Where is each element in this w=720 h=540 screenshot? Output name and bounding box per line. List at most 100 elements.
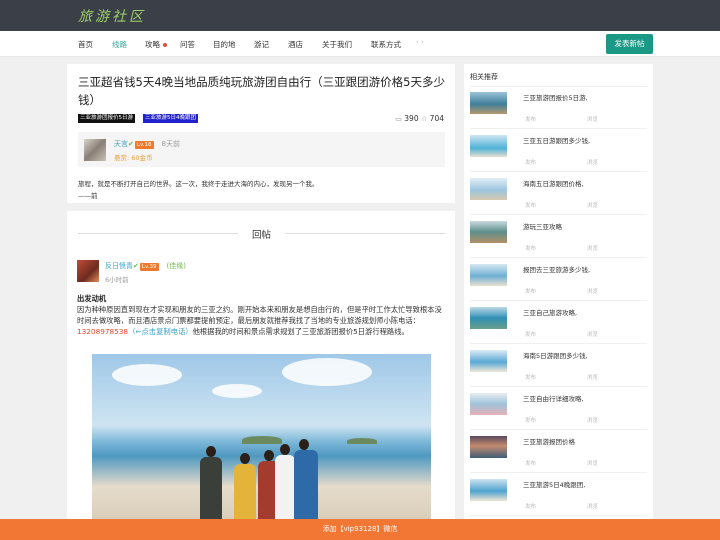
photo-person-head [280,444,290,455]
recommend-item[interactable]: 三亚旅游报团价格 发布 浏览 [470,431,647,473]
recommend-meta-views: 浏览 [587,375,599,381]
nav-item-hotels[interactable]: 酒店 [288,39,303,50]
recommend-meta-views: 浏览 [587,418,599,424]
article-stats: ▭ 390 ☆ 704 [395,114,444,123]
author-name[interactable]: 天言 [114,140,128,148]
recommend-meta-post: 发布 [525,504,537,510]
nav-item-about[interactable]: 关于我们 [322,39,352,50]
recommend-thumbnail [470,479,507,501]
nav-item-routes[interactable]: 线路 [112,39,127,50]
recommend-item[interactable]: 三亚旅游5日4晚跟团, 发布 浏览 [470,474,647,516]
recommend-thumbnail [470,264,507,286]
recommend-item[interactable]: 三亚自由行详细攻略, 发布 浏览 [470,388,647,430]
recommend-meta-post: 发布 [525,203,537,209]
recommend-meta-post: 发布 [525,332,537,338]
article-tag[interactable]: 三亚旅游5日4晚跟团 [143,114,198,123]
recommend-item[interactable]: 海南5日游跟团多少钱, 发布 浏览 [470,345,647,387]
verified-icon: ✔ [133,262,139,270]
article-tag[interactable]: 三亚旅游团报价5日游 [78,114,135,123]
comment-count: 390 [404,114,419,123]
site-logo[interactable]: 旅游社区 [78,6,146,26]
recommend-item[interactable]: 三亚自己旅游攻略, 发布 浏览 [470,302,647,344]
reply-user-name[interactable]: 反日愤青 [105,262,133,270]
photo-person [294,450,318,523]
photo-island [347,438,377,444]
reply-body: 出发动机 因为种种原因直到现在才实现和朋友的三亚之约。刚开始本来和朋友是想自由行… [77,293,445,337]
photo-person [275,455,295,523]
divider [285,233,445,234]
level-badge: Lv.18 [134,141,154,149]
reply-paragraph: 因为种种原因直到现在才实现和朋友的三亚之约。刚开始本来和朋友是想自由行的，但是平… [77,304,445,337]
author-avatar[interactable] [84,139,106,161]
recommend-item[interactable]: 海南五日游跟团价格, 发布 浏览 [470,173,647,215]
level-badge: Lv.39 [139,263,159,271]
recommend-meta-views: 浏览 [587,461,599,467]
recommend-meta-post: 发布 [525,160,537,166]
reply-time: 6小时前 [105,276,129,284]
photo-cloud [282,358,372,386]
replies-panel: 回帖 反日愤青✔ Lv.39 (佳缘) 6小时前 出发动机 因为种种原因直到现在才实… [67,211,455,523]
sidebar-title: 相关推荐 [470,73,498,81]
photo-person [234,464,256,523]
new-post-button[interactable]: 发表新帖 [606,34,653,54]
nav-scroll-icon[interactable]: ‹ › [416,38,424,46]
photo-person [200,457,222,523]
nav-item-contact[interactable]: 联系方式 [371,39,401,50]
reply-user-info: 反日愤青✔ Lv.39 (佳缘) [105,261,186,271]
nav-item-guides[interactable]: 攻略 [145,39,167,50]
reply-text: 他根据我的时间和景点需求规划了三亚旅游团报价5日游行程路线。 [192,327,409,336]
recommend-meta-views: 浏览 [587,160,599,166]
top-bar: 旅游社区 [0,0,720,31]
recommend-item[interactable]: 报团去三亚旅游多少钱, 发布 浏览 [470,259,647,301]
nav-item-destinations[interactable]: 目的地 [213,39,236,50]
comment-icon: ▭ [395,115,402,123]
nav-item-qa[interactable]: 问答 [180,39,195,50]
main-nav: 首页 线路 攻略 问答 目的地 游记 酒店 关于我们 联系方式 ‹ › 发表新帖 [0,31,720,57]
wechat-banner[interactable]: 添加【vip93128】微信 [0,519,720,540]
recommend-thumbnail [470,393,507,415]
recommend-thumbnail [470,307,507,329]
recommend-title: 三亚旅游报团价格 [523,438,575,446]
photo-cloud [112,364,182,386]
article-excerpt: 旅程，就是不断打开自己的世界。这一次，我终于走进大海的内心，发现另一个我。 ——… [78,178,446,202]
recommend-meta-post: 发布 [525,418,537,424]
user-role: (佳缘) [166,262,186,270]
copy-phone-link[interactable]: （←点击复制电话） [128,327,193,336]
recommend-title: 游玩三亚攻略 [523,223,562,231]
reply-avatar[interactable] [77,260,99,282]
recommend-meta-views: 浏览 [587,332,599,338]
reward-text: 悬赏: 60金币 [114,154,153,162]
favorite-count: 704 [429,114,444,123]
recommend-title: 报团去三亚旅游多少钱, [523,266,591,274]
recommend-item[interactable]: 三亚五日游跟团多少钱, 发布 浏览 [470,130,647,172]
recommend-meta-post: 发布 [525,246,537,252]
recommend-item[interactable]: 游玩三亚攻略 发布 浏览 [470,216,647,258]
group-photo [92,354,431,523]
recommend-thumbnail [470,92,507,114]
nav-item-home[interactable]: 首页 [78,39,93,50]
phone-number[interactable]: 13208978538 [77,327,128,336]
replies-title: 回帖 [251,230,271,241]
post-time: 8天前 [161,140,180,148]
recommend-title: 三亚自己旅游攻略, [523,309,578,317]
recommend-meta-post: 发布 [525,461,537,467]
verified-icon: ✔ [128,140,134,148]
star-icon[interactable]: ☆ [421,115,427,123]
photo-person-head [240,453,250,464]
reply-section-title: 出发动机 [77,294,107,303]
photo-cloud [212,384,262,398]
recommend-thumbnail [470,221,507,243]
new-dot-icon [163,43,167,47]
author-info: 天言✔ Lv.18 8天前 [114,139,180,149]
recommend-sidebar: 相关推荐 三亚旅游团报价5日游, 发布 浏览 三亚五日游跟团多少钱, 发布 浏览… [464,64,653,524]
recommend-title: 三亚自由行详细攻略, [523,395,584,403]
replies-heading: 回帖 [78,227,445,241]
recommend-meta-post: 发布 [525,375,537,381]
recommend-thumbnail [470,135,507,157]
author-box: 天言✔ Lv.18 8天前 悬赏: 60金币 [78,132,445,167]
recommend-meta-views: 浏览 [587,203,599,209]
recommend-item[interactable]: 三亚旅游团报价5日游, 发布 浏览 [470,87,647,129]
excerpt-line: 旅程，就是不断打开自己的世界。这一次，我终于走进大海的内心，发现另一个我。 [78,180,319,188]
nav-item-travelogues[interactable]: 游记 [254,39,269,50]
recommend-thumbnail [470,178,507,200]
